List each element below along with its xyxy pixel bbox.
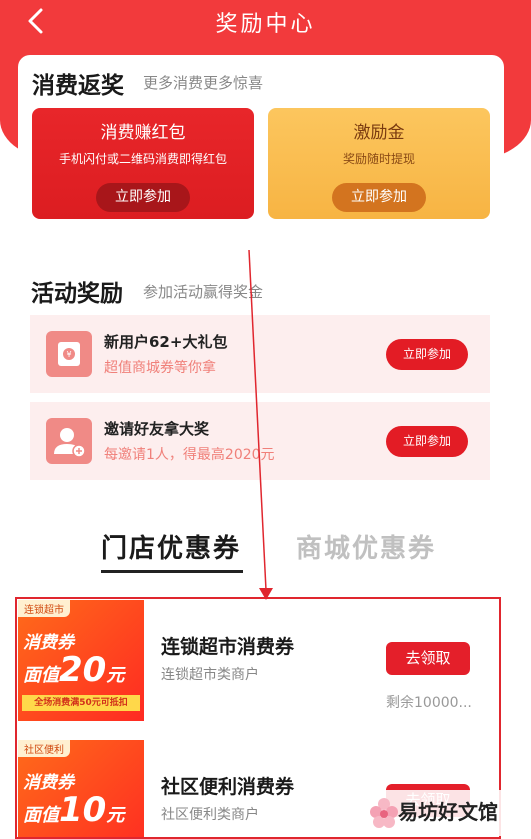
join-invite-button[interactable]: 立即参加 [386, 426, 468, 457]
coupon-tag: 连锁超市 [18, 600, 70, 617]
activity-item-desc: 超值商城券等你拿 [104, 360, 216, 376]
activity-item-invite[interactable]: 邀请好友拿大奖 每邀请1人，得最高2020元 立即参加 [30, 402, 490, 480]
watermark-text: 易坊好文馆 [398, 800, 498, 824]
page-title: 奖励中心 [215, 12, 316, 37]
coupon-unit: 元 [106, 665, 125, 686]
coupon-merchant-type: 连锁超市类商户 [161, 667, 259, 683]
reward-card-title: 激励金 [353, 123, 405, 143]
header: 奖励中心 [0, 0, 531, 44]
join-red-packet-button[interactable]: 立即参加 [96, 183, 190, 212]
flower-logo-icon [370, 798, 398, 828]
coupon-name: 社区便利消费券 [161, 776, 295, 798]
activity-item-title: 邀请好友拿大奖 [104, 420, 210, 438]
ticket-icon: ¥ [46, 331, 92, 377]
reward-card-desc: 奖励随时提现 [342, 152, 415, 166]
tab-store-coupons[interactable]: 门店优惠券 [101, 528, 241, 565]
coupon-item-supermarket[interactable]: 连锁超市 消费券 面值20元 全场消费满50元可抵扣 连锁超市消费券 连锁超市类… [18, 600, 500, 721]
reward-card-incentive[interactable]: 激励金 奖励随时提现 立即参加 [268, 108, 490, 219]
consume-section-title: 消费返奖 [32, 73, 124, 99]
coupon-tag: 社区便利 [18, 740, 70, 757]
active-tab-indicator [101, 570, 243, 573]
activity-item-new-user[interactable]: ¥ 新用户62+大礼包 超值商城券等你拿 立即参加 [30, 315, 490, 393]
activity-section-subtitle: 参加活动赢得奖金 [143, 283, 264, 301]
svg-text:¥: ¥ [66, 350, 71, 359]
consume-section-subtitle: 更多消费更多惊喜 [143, 74, 264, 92]
coupon-remaining: 剩余10000... [386, 695, 472, 711]
coupon-amount: 10 [59, 790, 107, 830]
tab-mall-coupons[interactable]: 商城优惠券 [296, 528, 436, 565]
claim-coupon-button[interactable]: 去领取 [386, 642, 470, 675]
coupon-merchant-type: 社区便利类商户 [161, 807, 259, 823]
join-new-user-button[interactable]: 立即参加 [386, 339, 468, 370]
coupon-unit: 元 [106, 805, 125, 826]
activity-item-title: 新用户62+大礼包 [104, 333, 228, 351]
watermark: 易坊好文馆 [362, 790, 530, 836]
reward-card-desc: 手机闪付或二维码消费即得红包 [58, 152, 227, 166]
coupon-image: 连锁超市 消费券 面值20元 全场消费满50元可抵扣 [18, 600, 144, 721]
add-user-icon [46, 418, 92, 464]
coupon-face-prefix: 面值 [23, 805, 59, 826]
coupon-name: 连锁超市消费券 [161, 636, 295, 658]
reward-card-red-packet[interactable]: 消费赚红包 手机闪付或二维码消费即得红包 立即参加 [32, 108, 254, 219]
activity-section-title: 活动奖励 [31, 281, 123, 307]
coupon-face-value: 面值10元 [23, 790, 124, 830]
reward-card-title: 消费赚红包 [100, 123, 186, 143]
annotation-arrow-head [259, 588, 273, 600]
coupon-face-value: 面值20元 [23, 650, 124, 690]
coupon-face-prefix: 面值 [23, 665, 59, 686]
activity-item-desc: 每邀请1人，得最高2020元 [104, 447, 275, 463]
coupon-condition-strip: 全场消费满50元可抵扣 [22, 695, 140, 711]
join-incentive-button[interactable]: 立即参加 [332, 183, 426, 212]
coupon-image: 社区便利 消费券 面值10元 [18, 740, 144, 839]
coupon-amount: 20 [59, 650, 107, 690]
